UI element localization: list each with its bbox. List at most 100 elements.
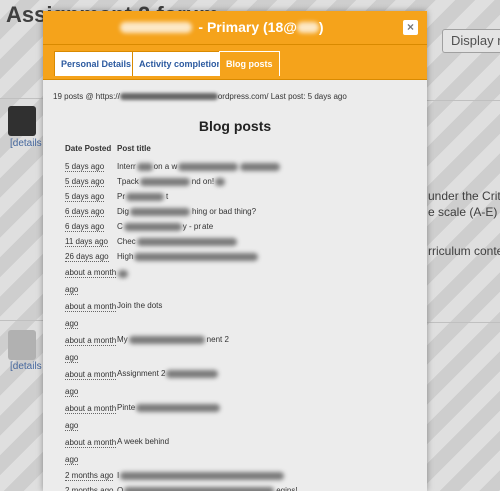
post-title-cell: Join the dots	[117, 298, 298, 332]
table-row: 6 days ago Cy - pr ate	[53, 219, 298, 234]
table-row: about a month ago	[53, 264, 298, 298]
table-row: about a month ago A week behind	[53, 434, 298, 468]
post-title-link[interactable]: Assignment 2	[117, 366, 220, 381]
post-date-link[interactable]: 11 days ago	[65, 237, 108, 247]
post-date-link[interactable]: about a month	[65, 370, 117, 380]
post-title-link[interactable]: Chec	[117, 234, 239, 249]
post-title-link[interactable]: Tpack nd on!	[117, 174, 226, 189]
post-date-link[interactable]: about a month	[65, 268, 117, 278]
post-date-cell: 26 days ago	[53, 249, 117, 264]
post-date-link[interactable]: 2 months ago	[65, 471, 114, 481]
table-row: 2 months ago I	[53, 468, 298, 483]
post-title-start: A week behind	[117, 437, 170, 446]
table-row: 6 days ago Dig hing or bad thing?	[53, 204, 298, 219]
post-title-cell: Assignment 2	[117, 366, 298, 400]
post-title-link[interactable]: Interr on a w	[117, 159, 281, 174]
redacted-text	[136, 162, 153, 171]
redacted-text	[128, 335, 205, 344]
post-date-link[interactable]: 6 days ago	[65, 222, 105, 232]
post-title-cell: I	[117, 468, 298, 483]
redacted-text	[166, 369, 219, 378]
post-title-link[interactable]: Oegins!	[117, 483, 298, 491]
close-button[interactable]: ×	[403, 20, 418, 35]
post-title-link[interactable]: Cy - pr ate	[117, 219, 213, 234]
post-title-end: hing or bad thing?	[192, 207, 257, 216]
post-title-start: My	[117, 335, 128, 344]
post-date-link[interactable]: ago	[65, 285, 79, 295]
table-row: 2 months ago Oegins!	[53, 483, 298, 491]
post-date-cell: about a month ago	[53, 264, 117, 298]
post-date-cell: about a month ago	[53, 332, 117, 366]
post-date-link[interactable]: ago	[65, 421, 79, 431]
redacted-text	[134, 252, 259, 261]
post-title-cell: Pr t	[117, 189, 298, 204]
post-title-start: Pinte	[117, 403, 136, 412]
blog-posts-table: Date Posted Post title 5 days ago Interr o…	[53, 144, 298, 491]
post-title-link[interactable]	[117, 270, 130, 278]
redacted-email	[296, 22, 319, 33]
post-date-link[interactable]: ago	[65, 455, 79, 465]
post-title-link[interactable]: A week behind	[117, 434, 171, 449]
redacted-text	[136, 237, 237, 246]
post-title-cell: My nent 2	[117, 332, 298, 366]
modal-header: - Primary (18@) ×	[43, 11, 427, 45]
post-title-cell: High	[117, 249, 298, 264]
column-header-date: Date Posted	[65, 144, 112, 153]
tab-bar: Personal Details Activity completion Blo…	[43, 45, 427, 80]
tab-activity-completion[interactable]: Activity completion	[132, 51, 230, 76]
post-title-link[interactable]: I	[117, 468, 286, 483]
post-date-link[interactable]: 6 days ago	[65, 207, 105, 217]
post-title-end: egins!	[276, 486, 298, 491]
post-title-start: Interr	[117, 162, 136, 171]
post-title-cell: Pinte	[117, 400, 298, 434]
post-title-start: Pr	[117, 192, 125, 201]
post-date-link[interactable]: ago	[65, 353, 79, 363]
table-row: 5 days ago Tpack nd on!	[53, 174, 298, 189]
post-date-cell: 5 days ago	[53, 159, 117, 174]
post-title-mid: y - pr	[182, 222, 202, 231]
table-header-row: Date Posted Post title	[53, 144, 298, 159]
post-date-cell: about a month ago	[53, 400, 117, 434]
modal-title: - Primary (18@)	[43, 19, 401, 35]
post-date-link[interactable]: about a month	[65, 438, 117, 448]
user-report-modal: - Primary (18@) × Personal Details Activ…	[43, 11, 427, 491]
post-title-link[interactable]: Join the dots	[117, 298, 164, 313]
table-row: 11 days ago Chec	[53, 234, 298, 249]
tab-personal-details[interactable]: Personal Details	[54, 51, 139, 76]
post-title-link[interactable]: High	[117, 249, 260, 264]
post-date-link[interactable]: 5 days ago	[65, 177, 105, 187]
post-title-cell: Tpack nd on!	[117, 174, 298, 189]
post-date-cell: 2 months ago	[53, 483, 117, 491]
post-date-link[interactable]: about a month	[65, 302, 117, 312]
tab-blog-posts[interactable]: Blog posts	[219, 51, 280, 76]
post-date-link[interactable]: 26 days ago	[65, 252, 109, 262]
post-date-link[interactable]: about a month	[65, 336, 117, 346]
post-title-cell: Dig hing or bad thing?	[117, 204, 298, 219]
redacted-text	[130, 207, 191, 216]
post-date-link[interactable]: 2 months ago	[65, 486, 114, 491]
blog-summary: 19 posts @ https://ordpress.com/ Last po…	[53, 92, 347, 101]
redacted-name	[120, 22, 193, 33]
post-title-start: Dig	[117, 207, 130, 216]
post-title-link[interactable]: Dig hing or bad thing?	[117, 204, 256, 219]
table-row: about a month ago Join the dots	[53, 298, 298, 332]
post-date-link[interactable]: about a month	[65, 404, 117, 414]
post-date-link[interactable]: 5 days ago	[65, 162, 105, 172]
post-title-end: ate	[202, 222, 214, 231]
table-row: about a month ago Assignment 2	[53, 366, 298, 400]
post-date-cell: 2 months ago	[53, 468, 117, 483]
post-title-link[interactable]: My nent 2	[117, 332, 229, 347]
table-row: 5 days ago Pr t	[53, 189, 298, 204]
post-title-start: C	[117, 222, 123, 231]
post-date-cell: 6 days ago	[53, 204, 117, 219]
post-date-link[interactable]: ago	[65, 387, 79, 397]
post-title-link[interactable]: Pr t	[117, 189, 168, 204]
post-title-cell: A week behind	[117, 434, 298, 468]
redacted-text	[118, 270, 128, 278]
post-date-cell: 5 days ago	[53, 174, 117, 189]
post-title-start: Assignment 2	[117, 369, 166, 378]
post-date-link[interactable]: 5 days ago	[65, 192, 105, 202]
post-date-link[interactable]: ago	[65, 319, 79, 329]
post-date-cell: 11 days ago	[53, 234, 117, 249]
post-title-link[interactable]: Pinte	[117, 400, 222, 415]
